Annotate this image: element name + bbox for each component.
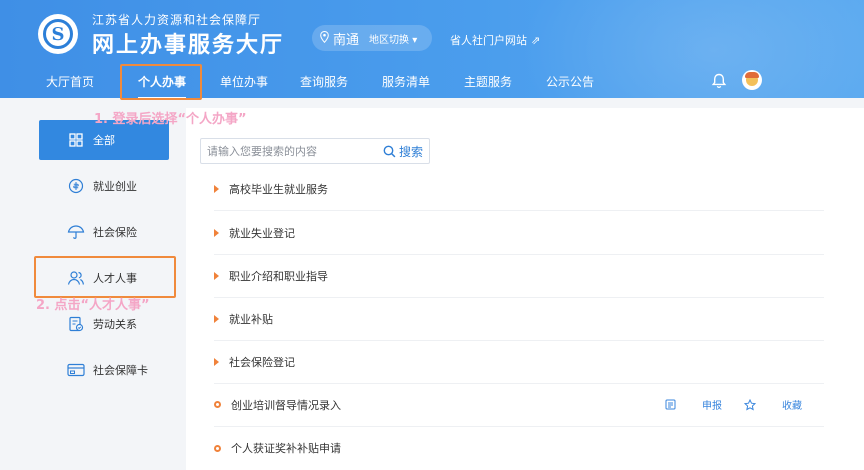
favorite-label: 收藏 bbox=[782, 401, 802, 412]
logo-mark-icon: S bbox=[43, 19, 73, 49]
sidebar-item-social-insurance[interactable]: 社会保险 bbox=[39, 212, 169, 252]
location-pin-icon bbox=[320, 30, 329, 46]
triangle-bullet-icon bbox=[214, 357, 219, 366]
service-item[interactable]: 就业失业登记 bbox=[214, 211, 824, 255]
sidebar-item-label: 就业创业 bbox=[93, 180, 137, 193]
umbrella-icon bbox=[67, 223, 85, 241]
current-city: 南通 bbox=[333, 32, 360, 48]
sidebar-item-employment[interactable]: 就业创业 bbox=[39, 166, 169, 206]
nav-notices[interactable]: 公示公告 bbox=[546, 73, 594, 90]
region-switch[interactable]: 地区切换 ▾ bbox=[369, 31, 417, 46]
ring-bullet-icon bbox=[214, 401, 221, 408]
card-icon bbox=[67, 361, 85, 379]
service-item[interactable]: 职业介绍和职业指导 bbox=[214, 254, 824, 298]
search-button-label: 搜索 bbox=[398, 145, 423, 159]
service-label: 就业补贴 bbox=[229, 312, 273, 326]
portal-link[interactable]: 省人社门户网站 ⇗ bbox=[450, 32, 540, 48]
service-item[interactable]: 高校毕业生就业服务 bbox=[214, 167, 824, 211]
service-item[interactable]: 创业培训督导情况录入 申报 收藏 bbox=[214, 383, 824, 427]
nav-topics[interactable]: 主题服务 bbox=[464, 73, 512, 90]
service-label: 社会保险登记 bbox=[229, 355, 295, 369]
sidebar-item-label: 全部 bbox=[93, 134, 115, 147]
service-label: 高校毕业生就业服务 bbox=[229, 182, 328, 196]
service-item[interactable]: 社会保险登记 bbox=[214, 340, 824, 384]
service-label: 就业失业登记 bbox=[229, 226, 295, 240]
nav-query[interactable]: 查询服务 bbox=[300, 73, 348, 90]
favorite-button[interactable]: 收藏 bbox=[744, 397, 802, 412]
service-panel: 搜索 高校毕业生就业服务 就业失业登记 职业介绍和职业指导 就业补贴 社会保险登… bbox=[186, 108, 864, 470]
external-link-icon: ⇗ bbox=[531, 34, 541, 47]
triangle-bullet-icon bbox=[214, 228, 219, 237]
ring-bullet-icon bbox=[214, 444, 221, 452]
service-item[interactable]: 就业补贴 bbox=[214, 297, 824, 341]
city-selector[interactable]: 南通 地区切换 ▾ bbox=[312, 25, 432, 51]
annotation-step2: 2. 点击“人才人事” bbox=[36, 298, 150, 313]
triangle-bullet-icon bbox=[214, 184, 219, 193]
nav-service-list[interactable]: 服务清单 bbox=[382, 73, 430, 90]
search-button[interactable]: 搜索 bbox=[383, 143, 423, 160]
annotation-box-personal bbox=[120, 64, 202, 100]
apply-button[interactable]: 申报 bbox=[665, 397, 722, 412]
triangle-bullet-icon bbox=[214, 271, 219, 280]
sidebar-item-label: 社会保障卡 bbox=[93, 364, 148, 377]
portal-link-label: 省人社门户网站 bbox=[450, 34, 527, 47]
sidebar-item-label: 社会保险 bbox=[93, 226, 137, 239]
triangle-bullet-icon bbox=[214, 314, 219, 323]
annotation-step1: 1. 登录后选择“个人办事” bbox=[94, 112, 247, 127]
star-icon bbox=[744, 398, 756, 410]
annotation-box-talent bbox=[34, 256, 176, 298]
nav-unit[interactable]: 单位办事 bbox=[220, 73, 268, 90]
hand-coin-icon bbox=[67, 177, 85, 195]
apply-label: 申报 bbox=[702, 401, 722, 412]
nav-home[interactable]: 大厅首页 bbox=[46, 73, 94, 90]
service-label: 职业介绍和职业指导 bbox=[229, 269, 328, 283]
grid-icon bbox=[67, 131, 85, 149]
search-input[interactable] bbox=[207, 143, 377, 159]
sidebar-item-label: 劳动关系 bbox=[93, 318, 137, 331]
bell-icon[interactable] bbox=[710, 72, 728, 90]
search-icon bbox=[383, 145, 396, 158]
avatar-hair bbox=[745, 72, 759, 78]
sidebar-item-social-card[interactable]: 社会保障卡 bbox=[39, 350, 169, 390]
site-name[interactable]: 网上办事服务大厅 bbox=[92, 27, 284, 59]
org-name: 江苏省人力资源和社会保障厅 bbox=[92, 13, 262, 27]
service-label: 个人获证奖补补贴申请 bbox=[231, 442, 341, 455]
logo[interactable]: S bbox=[38, 14, 78, 54]
avatar[interactable] bbox=[742, 70, 762, 90]
service-label: 创业培训督导情况录入 bbox=[231, 398, 341, 412]
service-item[interactable]: 个人获证奖补补贴申请 bbox=[214, 426, 824, 470]
document-badge-icon bbox=[67, 315, 85, 333]
form-icon bbox=[665, 399, 676, 410]
service-actions: 申报 收藏 bbox=[643, 397, 802, 412]
search-box: 搜索 bbox=[200, 138, 430, 164]
